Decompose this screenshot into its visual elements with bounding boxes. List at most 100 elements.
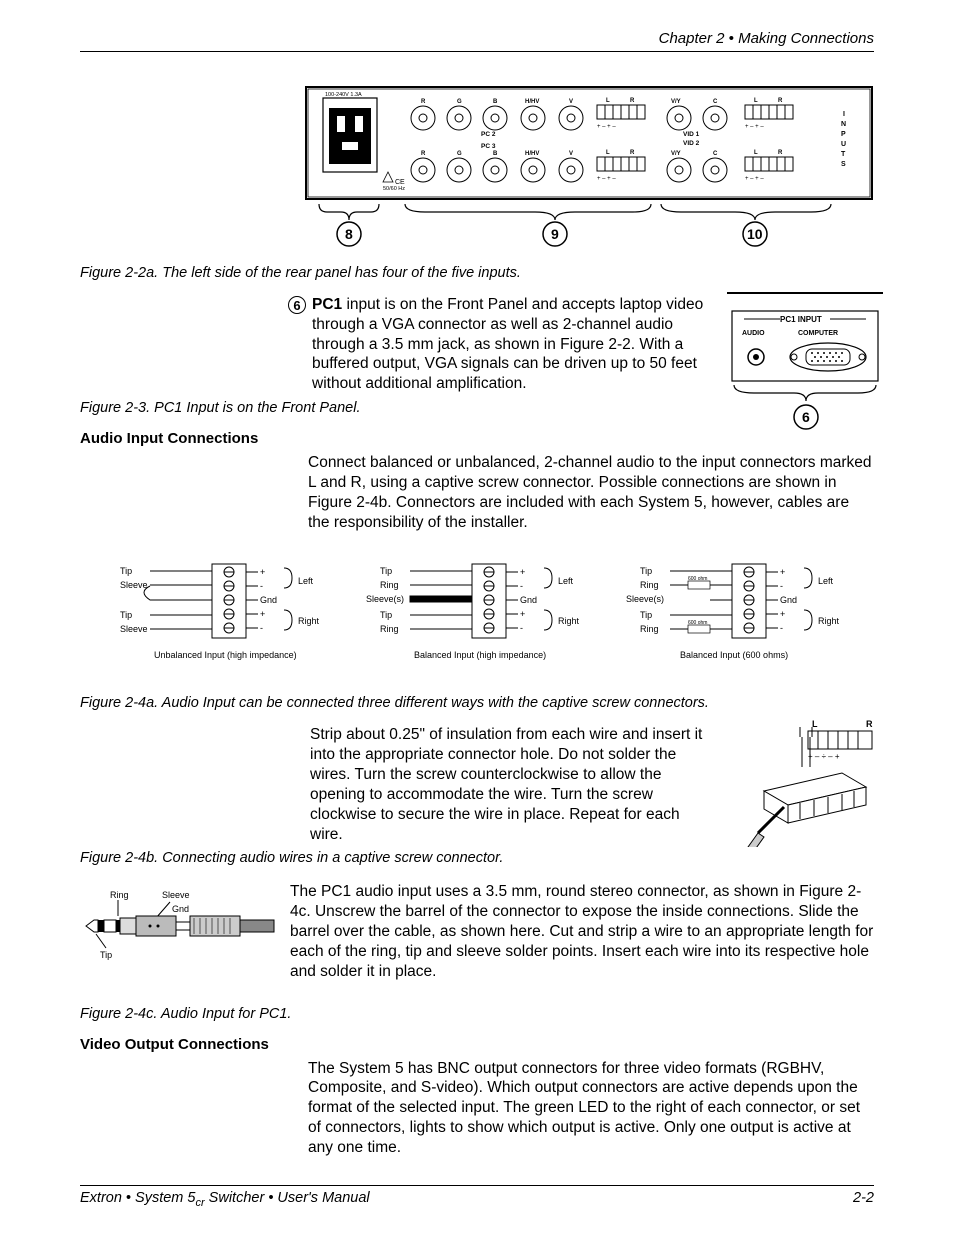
svg-text:Sleeve(s): Sleeve(s) <box>626 594 664 604</box>
para-stereo: The PC1 audio input uses a 3.5 mm, round… <box>290 882 874 981</box>
svg-text:-: - <box>780 623 783 633</box>
header-divider <box>80 51 874 52</box>
svg-text:R: R <box>630 98 635 104</box>
svg-text:Ring: Ring <box>110 890 129 900</box>
svg-text:Ring: Ring <box>640 580 659 590</box>
svg-text:Gnd: Gnd <box>172 904 189 914</box>
svg-text:P: P <box>841 131 846 138</box>
svg-text:Unbalanced Input (high impedan: Unbalanced Input (high impedance) <box>154 650 297 660</box>
svg-text:Tip: Tip <box>120 610 132 620</box>
svg-text:Right: Right <box>298 616 320 626</box>
svg-text:PC 3: PC 3 <box>481 143 496 150</box>
svg-text:G: G <box>457 99 462 105</box>
svg-text:+ – + –: + – + – <box>597 176 616 182</box>
pc1-bold: PC1 <box>312 296 342 313</box>
caption-2-2a: Figure 2-2a. The left side of the rear p… <box>80 265 874 281</box>
svg-text:L: L <box>812 719 818 729</box>
svg-text:Sleeve: Sleeve <box>120 624 148 634</box>
callout-6-badge: 6 <box>288 296 306 314</box>
pc1-rest: input is on the Front Panel and accepts … <box>312 296 703 392</box>
svg-text:L: L <box>754 98 758 104</box>
figure-2-4b-diagram: L R + – ÷ – + <box>734 717 884 847</box>
svg-text:H/HV: H/HV <box>525 99 539 105</box>
caption-2-4a: Figure 2-4a. Audio Input can be connecte… <box>80 695 874 711</box>
strip-section: Strip about 0.25" of insulation from eac… <box>80 725 874 844</box>
svg-text:R: R <box>866 719 873 729</box>
svg-text:Sleeve: Sleeve <box>120 580 148 590</box>
svg-text:I: I <box>843 111 845 118</box>
svg-text:-: - <box>520 581 523 591</box>
svg-text:L: L <box>606 98 610 104</box>
svg-text:Gnd: Gnd <box>260 595 277 605</box>
svg-text:N: N <box>841 121 846 128</box>
svg-text:8: 8 <box>345 226 353 242</box>
svg-text:Right: Right <box>818 616 840 626</box>
svg-text:Ring: Ring <box>380 580 399 590</box>
svg-text:-: - <box>260 581 263 591</box>
svg-text:C: C <box>713 151 718 157</box>
svg-text:G: G <box>457 151 462 157</box>
svg-text:+: + <box>520 609 525 619</box>
svg-text:-: - <box>260 623 263 633</box>
rear-panel-diagram: 100-240V 1.3A 50/60 Hz CE R G B H/HV V <box>305 86 875 254</box>
svg-text:V/Y: V/Y <box>671 99 681 105</box>
pc1-section: 6 PC1 input is on the Front Panel and ac… <box>80 295 874 394</box>
page: Chapter 2 • Making Connections 100-240V … <box>0 0 954 1235</box>
svg-text:+ – + –: + – + – <box>745 176 764 182</box>
svg-text:-: - <box>780 581 783 591</box>
figure-2-4c-diagram: Ring Sleeve Gnd Tip <box>80 888 280 968</box>
figure-2-4a-diagrams: Tip Sleeve Tip Sleeve + - Gnd + - Left Right <box>80 558 870 678</box>
svg-text:Balanced Input (high impedance: Balanced Input (high impedance) <box>414 650 546 660</box>
figure-2-2a: 100-240V 1.3A 50/60 Hz CE R G B H/HV V <box>80 56 874 281</box>
svg-text:AUDIO: AUDIO <box>742 330 765 337</box>
svg-text:R: R <box>778 98 783 104</box>
svg-text:L: L <box>754 150 758 156</box>
heading-video-output: Video Output Connections <box>80 1036 874 1053</box>
svg-text:+: + <box>260 567 265 577</box>
svg-text:Gnd: Gnd <box>520 595 537 605</box>
svg-text:C: C <box>713 99 718 105</box>
svg-text:Sleeve(s): Sleeve(s) <box>366 594 404 604</box>
svg-text:Left: Left <box>818 576 834 586</box>
svg-text:T: T <box>841 151 846 158</box>
svg-text:Sleeve: Sleeve <box>162 890 190 900</box>
svg-text:+: + <box>780 567 785 577</box>
svg-text:+: + <box>520 567 525 577</box>
power-label: 100-240V 1.3A <box>325 92 362 98</box>
svg-text:R: R <box>630 150 635 156</box>
svg-text:S: S <box>841 161 846 168</box>
svg-text:Right: Right <box>558 616 580 626</box>
para-audio-intro: Connect balanced or unbalanced, 2-channe… <box>308 453 874 532</box>
svg-text:R: R <box>421 99 426 105</box>
page-number: 2-2 <box>853 1190 874 1209</box>
svg-text:Balanced Input (600 ohms): Balanced Input (600 ohms) <box>680 650 788 660</box>
caption-2-4c: Figure 2-4c. Audio Input for PC1. <box>80 1006 874 1022</box>
footer-title: Extron • System 5cr Switcher • User's Ma… <box>80 1190 370 1209</box>
svg-text:L: L <box>606 150 610 156</box>
svg-text:VID 1: VID 1 <box>683 131 700 138</box>
svg-text:10: 10 <box>747 226 763 242</box>
svg-text:Tip: Tip <box>380 610 392 620</box>
svg-text:Ring: Ring <box>380 624 399 634</box>
freq-label: 50/60 Hz <box>383 186 405 192</box>
para-video-out: The System 5 has BNC output connectors f… <box>308 1059 874 1158</box>
svg-text:6: 6 <box>802 409 810 425</box>
svg-text:B: B <box>493 151 498 157</box>
svg-text:PC 2: PC 2 <box>481 131 496 138</box>
svg-text:V: V <box>569 151 573 157</box>
svg-text:+ – + –: + – + – <box>745 124 764 130</box>
svg-text:H/HV: H/HV <box>525 151 539 157</box>
svg-text:R: R <box>778 150 783 156</box>
svg-text:Gnd: Gnd <box>780 595 797 605</box>
svg-text:Left: Left <box>558 576 574 586</box>
stereo-section: Ring Sleeve Gnd Tip <box>80 882 874 981</box>
svg-text:U: U <box>841 141 846 148</box>
svg-text:Left: Left <box>298 576 314 586</box>
page-footer: Extron • System 5cr Switcher • User's Ma… <box>80 1185 874 1209</box>
svg-text:600 ohm: 600 ohm <box>688 576 707 582</box>
svg-text:V/Y: V/Y <box>671 151 681 157</box>
svg-text:PC1 INPUT: PC1 INPUT <box>780 315 822 324</box>
svg-text:COMPUTER: COMPUTER <box>798 330 838 337</box>
caption-2-4b: Figure 2-4b. Connecting audio wires in a… <box>80 850 874 866</box>
svg-text:Tip: Tip <box>120 566 132 576</box>
